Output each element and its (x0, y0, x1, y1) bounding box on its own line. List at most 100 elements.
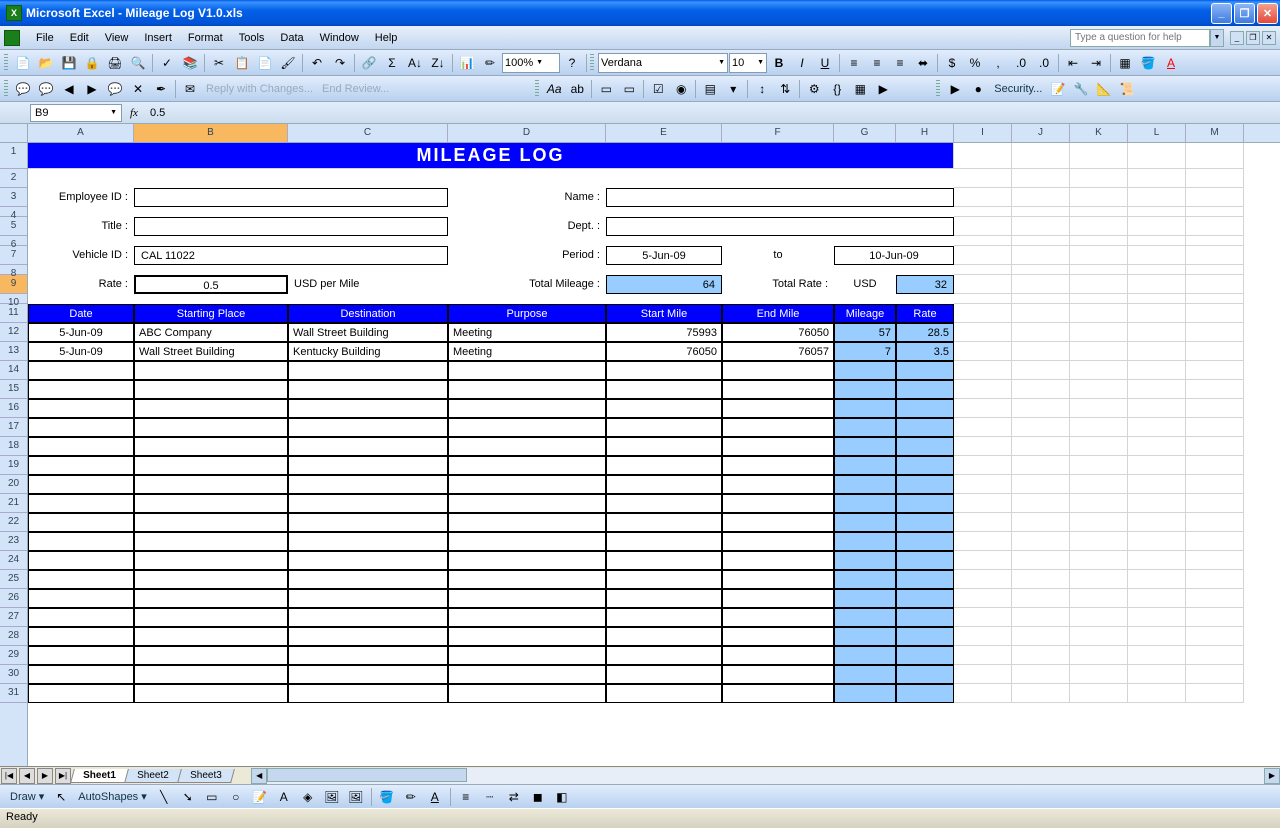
col-header[interactable]: E (606, 124, 722, 142)
table-cell[interactable] (834, 646, 896, 665)
dash-style-icon[interactable]: ┈ (479, 786, 501, 808)
col-header[interactable]: M (1186, 124, 1244, 142)
table-cell[interactable] (834, 665, 896, 684)
align-center-icon[interactable]: ≡ (866, 52, 888, 74)
table-cell[interactable] (896, 456, 954, 475)
help-icon[interactable]: ? (561, 52, 583, 74)
table-cell[interactable] (28, 437, 134, 456)
copy-icon[interactable]: 📋 (231, 52, 253, 74)
table-cell[interactable] (448, 456, 606, 475)
increase-decimal-icon[interactable]: .0 (1010, 52, 1032, 74)
table-cell[interactable] (722, 646, 834, 665)
fx-icon[interactable]: fx (122, 107, 146, 119)
table-cell[interactable] (134, 627, 288, 646)
table-cell[interactable]: Wall Street Building (288, 323, 448, 342)
row-header[interactable]: 12 (0, 323, 27, 342)
col-header[interactable]: G (834, 124, 896, 142)
autosum-icon[interactable]: Σ (381, 52, 403, 74)
scroll-thumb[interactable] (267, 768, 467, 782)
table-cell[interactable] (288, 437, 448, 456)
row-header[interactable]: 15 (0, 380, 27, 399)
toolbar-grip-3[interactable] (4, 80, 8, 98)
table-cell[interactable] (722, 456, 834, 475)
table-header[interactable]: Purpose (448, 304, 606, 323)
doc-close-button[interactable]: ✕ (1262, 31, 1276, 45)
table-cell[interactable] (834, 532, 896, 551)
row-header[interactable]: 5 (0, 217, 27, 236)
new-comment-icon[interactable]: 💬 (12, 78, 34, 100)
excel-doc-icon[interactable] (4, 30, 20, 46)
col-header[interactable]: K (1070, 124, 1128, 142)
table-cell[interactable] (896, 570, 954, 589)
cells-area[interactable]: MILEAGE LOG Employee ID : Name : Title :… (28, 143, 1280, 703)
table-cell[interactable] (896, 532, 954, 551)
row-header[interactable]: 18 (0, 437, 27, 456)
sheet-title[interactable]: MILEAGE LOG (28, 143, 954, 169)
row-header[interactable]: 19 (0, 456, 27, 475)
table-cell[interactable] (606, 570, 722, 589)
table-cell[interactable] (134, 646, 288, 665)
font-color-icon[interactable]: A (1160, 52, 1182, 74)
textbox-icon[interactable]: 📝 (249, 786, 271, 808)
wordart-icon[interactable]: A (273, 786, 295, 808)
table-cell[interactable] (134, 608, 288, 627)
label-vehicle-id[interactable]: Vehicle ID : (28, 246, 134, 265)
label-total-rate[interactable]: Total Rate : (722, 275, 834, 294)
forms-run-icon[interactable]: ▶ (872, 78, 894, 100)
row-header[interactable]: 11 (0, 304, 27, 323)
table-cell[interactable]: 5-Jun-09 (28, 323, 134, 342)
end-review-button[interactable]: End Review... (318, 83, 393, 95)
macro-record-icon[interactable]: ● (967, 78, 989, 100)
table-cell[interactable] (134, 589, 288, 608)
table-cell[interactable] (448, 361, 606, 380)
table-cell[interactable] (722, 570, 834, 589)
tab-nav-prev[interactable]: ◀ (19, 768, 35, 784)
drawing-icon[interactable]: ✏ (479, 52, 501, 74)
table-cell[interactable] (896, 684, 954, 703)
align-left-icon[interactable]: ≡ (843, 52, 865, 74)
table-cell[interactable] (896, 589, 954, 608)
table-cell[interactable] (834, 589, 896, 608)
row-header[interactable]: 16 (0, 399, 27, 418)
table-cell[interactable] (28, 418, 134, 437)
fontsize-combo[interactable]: 10▼ (729, 53, 767, 73)
table-cell[interactable]: Wall Street Building (134, 342, 288, 361)
table-cell[interactable] (288, 513, 448, 532)
table-cell[interactable] (134, 456, 288, 475)
table-cell[interactable] (134, 665, 288, 684)
table-cell[interactable] (448, 418, 606, 437)
line-icon[interactable]: ╲ (153, 786, 175, 808)
table-cell[interactable] (834, 380, 896, 399)
table-cell[interactable] (448, 513, 606, 532)
field-rate[interactable]: 0.5 (134, 275, 288, 294)
arrow-style-icon[interactable]: ⇄ (503, 786, 525, 808)
table-cell[interactable] (288, 570, 448, 589)
send-mail-icon[interactable]: ✉ (179, 78, 201, 100)
row-header[interactable]: 14 (0, 361, 27, 380)
table-cell[interactable] (834, 513, 896, 532)
table-cell[interactable] (288, 589, 448, 608)
table-cell[interactable] (448, 494, 606, 513)
field-name[interactable] (606, 188, 954, 207)
table-cell[interactable] (606, 513, 722, 532)
shadow-icon[interactable]: ◼ (527, 786, 549, 808)
table-cell[interactable] (288, 494, 448, 513)
row-header[interactable]: 13 (0, 342, 27, 361)
table-cell[interactable] (28, 475, 134, 494)
table-cell[interactable] (896, 608, 954, 627)
label-usd[interactable]: USD (834, 275, 896, 294)
label-dept[interactable]: Dept. : (448, 217, 606, 236)
col-header[interactable]: F (722, 124, 834, 142)
table-cell[interactable] (834, 608, 896, 627)
print-icon[interactable]: 🖨 (104, 52, 126, 74)
forms-scroll-icon[interactable]: ↕ (751, 78, 773, 100)
table-cell[interactable] (722, 380, 834, 399)
table-cell[interactable] (134, 380, 288, 399)
table-cell[interactable] (448, 399, 606, 418)
table-cell[interactable] (288, 399, 448, 418)
decrease-decimal-icon[interactable]: .0 (1033, 52, 1055, 74)
table-cell[interactable] (896, 399, 954, 418)
next-comment-icon[interactable]: ▶ (81, 78, 103, 100)
table-cell[interactable] (28, 399, 134, 418)
scroll-right-icon[interactable]: ▶ (1264, 768, 1280, 784)
